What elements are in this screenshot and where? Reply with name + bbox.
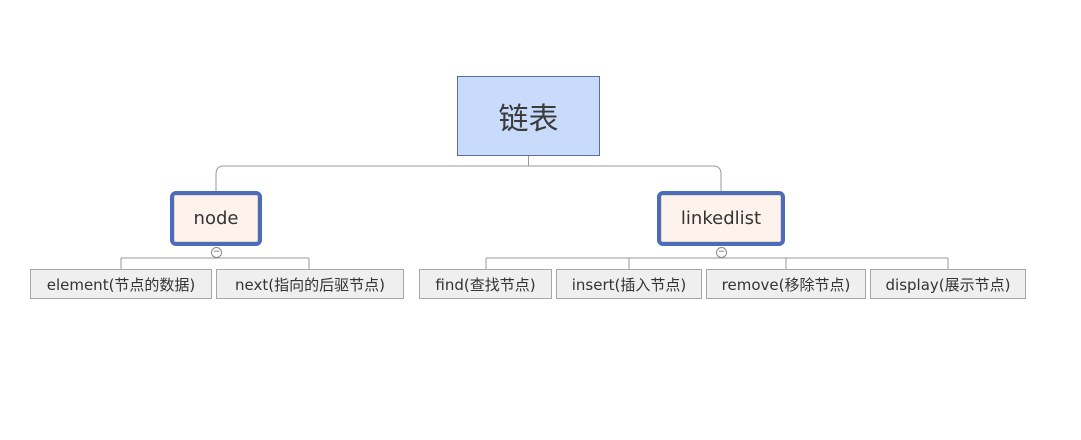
subtopic-remove[interactable]: remove(移除节点): [706, 269, 866, 299]
root-topic-node[interactable]: 链表: [457, 76, 600, 156]
subtopic-element[interactable]: element(节点的数据): [30, 269, 212, 299]
branch-topic-node[interactable]: node: [170, 191, 262, 246]
subtopic-next-label: next(指向的后驱节点): [235, 275, 385, 294]
subtopic-remove-label: remove(移除节点): [721, 275, 851, 294]
subtopic-find-label: find(查找节点): [435, 275, 536, 294]
subtopic-element-label: element(节点的数据): [46, 275, 196, 294]
connector-lines: [120, 156, 949, 269]
subtopic-insert-label: insert(插入节点): [571, 275, 687, 294]
subtopic-insert[interactable]: insert(插入节点): [556, 269, 702, 299]
branch-topic-linkedlist[interactable]: linkedlist: [657, 191, 785, 246]
connector-root-to-node: [215, 165, 529, 191]
collapse-linkedlist-toggle[interactable]: −: [716, 247, 727, 258]
subtopic-display[interactable]: display(展示节点): [870, 269, 1026, 299]
subtopic-display-label: display(展示节点): [885, 275, 1011, 294]
subtopic-next[interactable]: next(指向的后驱节点): [216, 269, 404, 299]
mind-map-canvas: 链表 node − linkedlist − element(节点的数据) ne…: [0, 0, 1081, 440]
root-topic-label: 链表: [498, 102, 559, 137]
connector-root-to-linkedlist: [528, 165, 722, 191]
subtopic-find[interactable]: find(查找节点): [419, 269, 552, 299]
minus-icon: −: [212, 247, 221, 257]
branch-linkedlist-label: linkedlist: [680, 208, 762, 229]
collapse-node-toggle[interactable]: −: [211, 247, 222, 258]
minus-icon: −: [717, 247, 726, 257]
branch-node-label: node: [193, 208, 239, 229]
